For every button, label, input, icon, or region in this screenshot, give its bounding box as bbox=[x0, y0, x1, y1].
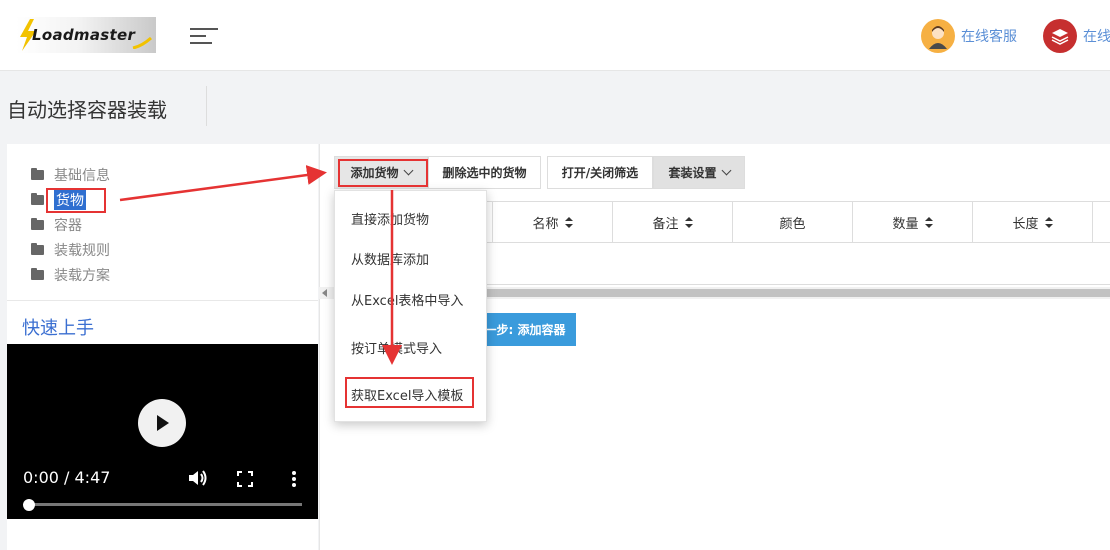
tree-item-loading-rules[interactable]: 装载规则 bbox=[31, 237, 110, 262]
online-service-link[interactable]: 在线客服 bbox=[921, 19, 1017, 53]
tree-item-container[interactable]: 容器 bbox=[31, 212, 110, 237]
service-label: 在线客服 bbox=[961, 29, 1017, 45]
fullscreen-icon[interactable] bbox=[237, 471, 253, 487]
loadmaster-logo[interactable]: Loadmaster bbox=[16, 17, 156, 53]
next-step-label: 一步: 添加容器 bbox=[484, 323, 566, 337]
video-progress-track[interactable] bbox=[29, 503, 302, 506]
packing-settings-label: 套装设置 bbox=[668, 166, 717, 180]
swoosh-icon bbox=[132, 37, 152, 49]
column-length[interactable]: 长度 bbox=[973, 202, 1093, 242]
next-step-add-container-button[interactable]: 一步: 添加容器 bbox=[474, 313, 576, 346]
video-progress-knob[interactable] bbox=[23, 499, 35, 511]
menu-line bbox=[190, 35, 206, 37]
service-avatar-icon-2 bbox=[1043, 19, 1077, 53]
play-button[interactable] bbox=[138, 399, 186, 447]
folder-icon bbox=[31, 267, 44, 280]
volume-icon[interactable] bbox=[187, 469, 209, 487]
menu-item-direct-add[interactable]: 直接添加货物 bbox=[351, 209, 429, 228]
folder-icon bbox=[31, 167, 44, 180]
column-label: 数量 bbox=[892, 216, 919, 232]
column-quantity[interactable]: 数量 bbox=[853, 202, 973, 242]
folder-icon bbox=[31, 192, 44, 205]
column-name[interactable]: 名称 bbox=[493, 202, 613, 242]
tutorial-video[interactable]: 0:00 / 4:47 bbox=[7, 344, 318, 519]
toggle-filter-label: 打开/关闭筛选 bbox=[561, 166, 639, 180]
tree-item-label: 装载方案 bbox=[54, 267, 110, 284]
chevron-down-icon bbox=[721, 165, 731, 176]
column-label: 颜色 bbox=[779, 216, 806, 232]
tree-item-label: 装载规则 bbox=[54, 242, 110, 259]
tree-item-label: 容器 bbox=[54, 217, 82, 234]
logo-text: Loadmaster bbox=[32, 26, 136, 44]
quick-start-title: 快速上手 bbox=[22, 318, 94, 339]
sort-icon bbox=[564, 216, 573, 228]
top-header: Loadmaster 在线客服 在线客 bbox=[0, 0, 1110, 71]
scroll-left-icon[interactable] bbox=[322, 289, 327, 297]
menu-line bbox=[190, 42, 212, 44]
column-color[interactable]: 颜色 bbox=[733, 202, 853, 242]
service-avatar-icon bbox=[921, 19, 955, 53]
sort-icon bbox=[1044, 216, 1053, 228]
tree-item-label: 基础信息 bbox=[54, 167, 110, 184]
folder-icon bbox=[31, 242, 44, 255]
highlight-box-add-cargo bbox=[338, 159, 428, 187]
tree-item-loading-plan[interactable]: 装载方案 bbox=[31, 262, 110, 287]
column-label: 备注 bbox=[652, 216, 679, 232]
packing-settings-button[interactable]: 套装设置 bbox=[653, 156, 745, 189]
column-label: 长度 bbox=[1012, 216, 1039, 232]
delete-selected-button[interactable]: 删除选中的货物 bbox=[428, 156, 541, 189]
video-time: 0:00 / 4:47 bbox=[23, 468, 111, 487]
sort-icon bbox=[684, 216, 693, 228]
column-label: 名称 bbox=[532, 216, 559, 232]
menu-item-from-database[interactable]: 从数据库添加 bbox=[351, 249, 429, 268]
delete-selected-label: 删除选中的货物 bbox=[442, 166, 527, 180]
more-options-icon[interactable] bbox=[290, 470, 298, 488]
menu-line bbox=[190, 28, 218, 30]
support-agent-icon bbox=[929, 26, 947, 49]
folder-icon bbox=[31, 217, 44, 230]
highlight-box-cargo bbox=[46, 188, 106, 213]
title-divider bbox=[206, 86, 207, 126]
menu-toggle-button[interactable] bbox=[190, 28, 218, 46]
toggle-filter-button[interactable]: 打开/关闭筛选 bbox=[547, 156, 653, 189]
online-service-link-2[interactable]: 在线客 bbox=[1043, 19, 1110, 53]
stack-icon bbox=[1051, 29, 1069, 45]
sort-icon bbox=[924, 216, 933, 228]
panel-divider bbox=[7, 300, 318, 301]
nav-tree: 基础信息 货物 容器 装载规则 装载方案 bbox=[31, 162, 110, 287]
tree-item-basic-info[interactable]: 基础信息 bbox=[31, 162, 110, 187]
column-remark[interactable]: 备注 bbox=[613, 202, 733, 242]
highlight-box-template bbox=[345, 377, 474, 408]
menu-item-import-excel[interactable]: 从Excel表格中导入 bbox=[351, 290, 463, 309]
service-label-2: 在线客 bbox=[1083, 29, 1110, 45]
page-title: 自动选择容器装载 bbox=[7, 98, 167, 122]
menu-item-import-by-order[interactable]: 按订单模式导入 bbox=[351, 338, 442, 357]
